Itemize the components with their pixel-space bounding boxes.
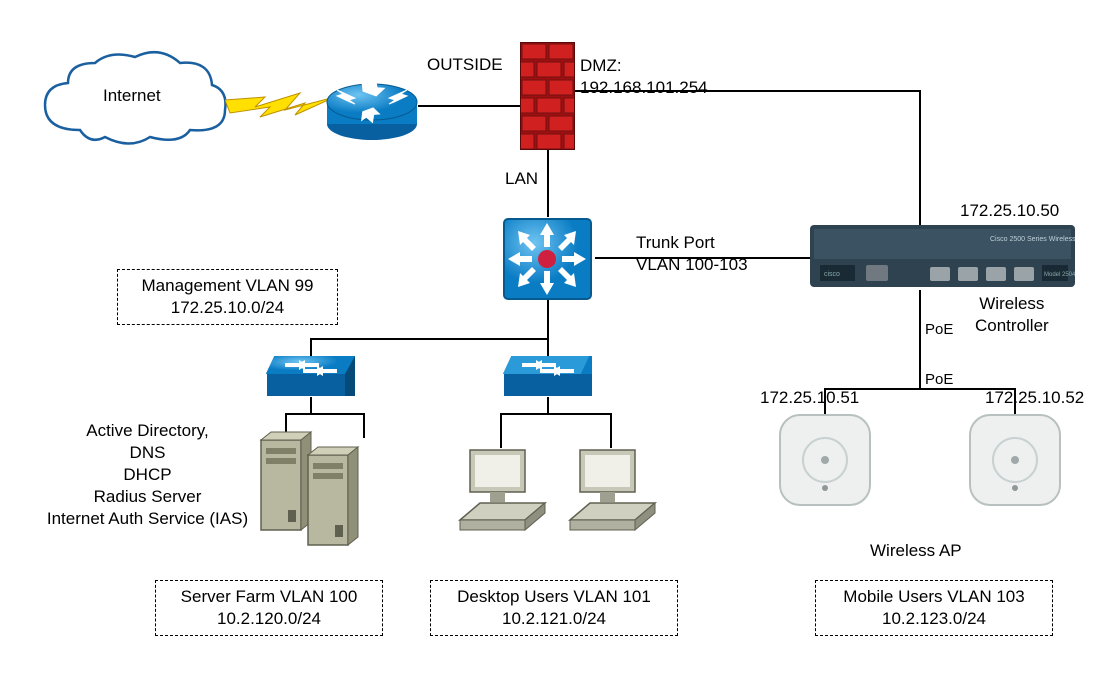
mgmt-vlan-line1: Management VLAN 99 bbox=[142, 275, 314, 297]
ap-name-label: Wireless AP bbox=[870, 540, 962, 562]
link-bus-h bbox=[310, 338, 549, 340]
link-firewall-dmz-v bbox=[919, 90, 921, 227]
desktop-vlan-line2: 10.2.121.0/24 bbox=[502, 608, 606, 630]
server-vlan-box: Server Farm VLAN 100 10.2.120.0/24 bbox=[155, 580, 383, 636]
link-left-h bbox=[285, 413, 365, 415]
pc-1-icon bbox=[455, 445, 550, 535]
access-point-1-icon bbox=[775, 410, 875, 510]
poe2-label: PoE bbox=[925, 370, 953, 390]
poe1-label: PoE bbox=[925, 320, 953, 340]
link-right-h bbox=[500, 413, 612, 415]
access-switch-left-icon bbox=[265, 350, 357, 400]
wlc-name-label: Wireless Controller bbox=[975, 293, 1049, 337]
ap2-ip-label: 172.25.10.52 bbox=[985, 387, 1084, 409]
router-icon bbox=[325, 72, 420, 142]
link-firewall-core bbox=[547, 148, 549, 217]
pc-2-icon bbox=[565, 445, 660, 535]
mgmt-vlan-line2: 172.25.10.0/24 bbox=[171, 297, 284, 319]
wireless-controller-icon: Cisco 2500 Series Wireless Controller ci… bbox=[810, 225, 1075, 290]
mobile-vlan-line2: 10.2.123.0/24 bbox=[882, 608, 986, 630]
link-pc2-v bbox=[610, 413, 612, 448]
firewall-icon bbox=[520, 42, 575, 150]
access-point-2-icon bbox=[965, 410, 1065, 510]
wlc-ip-label: 172.25.10.50 bbox=[960, 200, 1059, 222]
mobile-vlan-line1: Mobile Users VLAN 103 bbox=[843, 586, 1024, 608]
svg-text:Cisco 2500 Series Wireless Con: Cisco 2500 Series Wireless Controller bbox=[990, 236, 1075, 243]
server-vlan-line2: 10.2.120.0/24 bbox=[217, 608, 321, 630]
ap1-ip-label: 172.25.10.51 bbox=[760, 387, 859, 409]
internet-label: Internet bbox=[103, 85, 161, 107]
mgmt-vlan-box: Management VLAN 99 172.25.10.0/24 bbox=[117, 269, 338, 325]
link-wlc-poe-down bbox=[919, 290, 921, 390]
link-core-down bbox=[547, 300, 549, 340]
svg-text:cisco: cisco bbox=[824, 271, 840, 278]
svg-text:Model 2504: Model 2504 bbox=[1044, 272, 1075, 278]
link-pc1-v bbox=[500, 413, 502, 448]
link-router-firewall bbox=[418, 105, 524, 107]
desktop-vlan-box: Desktop Users VLAN 101 10.2.121.0/24 bbox=[430, 580, 678, 636]
lightning-link-icon bbox=[225, 85, 335, 125]
link-srv2-v bbox=[363, 413, 365, 438]
trunk-label: Trunk Port VLAN 100-103 bbox=[636, 232, 748, 276]
services-label: Active Directory, DNS DHCP Radius Server… bbox=[35, 420, 260, 530]
core-switch-icon bbox=[500, 215, 595, 303]
server-2-icon bbox=[305, 445, 360, 550]
access-switch-right-icon bbox=[502, 350, 594, 400]
dmz-label: DMZ: 192.168.101.254 bbox=[580, 55, 708, 99]
server-vlan-line1: Server Farm VLAN 100 bbox=[181, 586, 358, 608]
lan-label: LAN bbox=[505, 168, 538, 190]
mobile-vlan-box: Mobile Users VLAN 103 10.2.123.0/24 bbox=[815, 580, 1053, 636]
outside-label: OUTSIDE bbox=[427, 54, 503, 76]
desktop-vlan-line1: Desktop Users VLAN 101 bbox=[457, 586, 651, 608]
